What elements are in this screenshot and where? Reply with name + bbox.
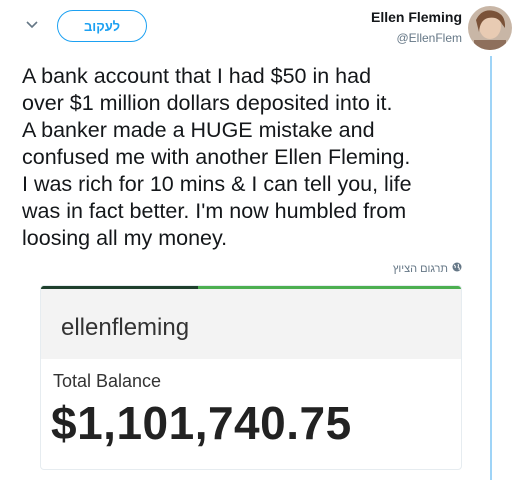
translate-label: תרגום הציוץ — [392, 262, 448, 275]
globe-icon — [452, 262, 462, 275]
tweet-line: was in fact better. I'm now humbled from — [22, 199, 407, 223]
tweet-line: A banker made a HUGE mistake and — [22, 118, 375, 142]
tweet-line: A bank account that I had $50 in had — [22, 64, 372, 88]
card-header: ellenfleming — [41, 289, 461, 359]
tweet-line: loosing all my money. — [22, 226, 228, 250]
bank-balance-image[interactable]: ellenfleming Total Balance $1,101,740.75 — [40, 285, 462, 470]
balance-amount: $1,101,740.75 — [51, 397, 352, 449]
follow-button[interactable]: לעקוב — [57, 10, 147, 42]
card-username: ellenfleming — [61, 314, 190, 341]
tweet-line: I was rich for 10 mins & I can tell you,… — [22, 172, 412, 196]
translate-tweet-link[interactable]: תרגום הציוץ — [393, 262, 462, 275]
tweet-text: A bank account that I had $50 in had ove… — [22, 63, 477, 252]
user-info[interactable]: Ellen Fleming @EllenFlem — [371, 8, 462, 47]
display-name[interactable]: Ellen Fleming — [371, 8, 462, 26]
thread-line — [490, 56, 492, 480]
balance-label: Total Balance — [53, 371, 162, 391]
tweet-line: over $1 million dollars deposited into i… — [22, 91, 393, 115]
avatar[interactable] — [468, 6, 512, 50]
tweet-line: confused me with another Ellen Fleming. — [22, 145, 411, 169]
chevron-down-icon[interactable] — [24, 18, 40, 32]
user-handle[interactable]: @EllenFlem — [371, 29, 462, 47]
tweet: לעקוב Ellen Fleming @EllenFlem A bank ac… — [0, 0, 515, 480]
tweet-header: לעקוב Ellen Fleming @EllenFlem — [0, 0, 515, 56]
